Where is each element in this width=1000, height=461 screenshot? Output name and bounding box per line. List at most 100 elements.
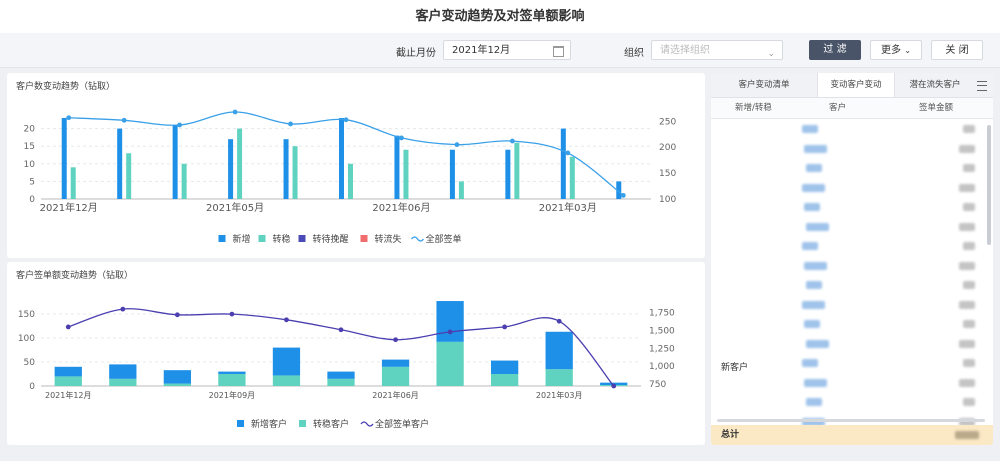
bar-新增客户 [491, 360, 519, 374]
customer-count-chart: 0 5 10 15 20 100 150 200 250 2021年12月 2021年05月 2021… [24, 109, 676, 245]
y-tick-label-right: 1,000 [649, 362, 675, 372]
tab-changed-customers[interactable]: 变动客户变动 [817, 73, 895, 97]
bar-转稳 [569, 156, 575, 199]
tab-change-list[interactable]: 客户变动清单 [711, 73, 817, 97]
horizontal-scrollbar[interactable] [717, 419, 985, 422]
bar-新增客户 [436, 301, 464, 342]
close-button[interactable]: 关 闭 [931, 40, 983, 60]
bar-新增 [394, 135, 400, 199]
total-row: 总计 [711, 425, 993, 445]
customer-name-redacted [802, 183, 825, 192]
vertical-scrollbar[interactable] [987, 125, 991, 245]
total-amount-redacted [955, 431, 979, 439]
bar-新增 [505, 149, 511, 199]
point-全部签单 [565, 150, 571, 156]
point-全部签单客户 [229, 311, 235, 317]
line-全部签单 [68, 111, 624, 196]
bar-转稳客户 [381, 366, 410, 386]
point-全部签单 [399, 135, 404, 141]
legend-swatch [218, 235, 226, 242]
legend-swatch [360, 235, 368, 242]
bar-转稳 [237, 128, 243, 199]
more-button[interactable]: 更多 ⌄ [870, 40, 922, 60]
customer-list-panel: 客户变动清单 变动客户变动 潜在流失客户 新增/转稳 客户 签单金额 新客户 总… [711, 73, 993, 445]
point-全部签单 [288, 121, 293, 127]
sign-amount-redacted [963, 125, 975, 133]
y-tick-label-right: 100 [659, 195, 676, 205]
legend-label: 全部签单 [426, 233, 462, 245]
y-tick-label-left: 0 [29, 382, 35, 392]
tab-potential-churn[interactable]: 潜在流失客户 [893, 73, 977, 97]
bar-转稳客户 [109, 378, 137, 386]
bar-转稳客户 [545, 369, 573, 386]
point-全部签单 [66, 115, 72, 121]
point-全部签单 [620, 192, 626, 198]
y-tick-label-left: 150 [18, 310, 35, 320]
legend-swatch [299, 420, 306, 427]
end-month-picker[interactable]: 2021年12月 [443, 40, 571, 60]
more-label: 更多 [881, 45, 902, 56]
y-tick-label-left: 100 [18, 334, 35, 344]
y-tick-label-right: 150 [659, 169, 676, 179]
point-全部签单客户 [174, 312, 180, 318]
x-tick-label: 2021年06月 [372, 201, 430, 214]
sign-amount-redacted [959, 183, 975, 192]
sign-amount-redacted [959, 222, 975, 231]
x-tick-label: 2021年03月 [536, 390, 583, 400]
sign-amount-redacted [963, 359, 975, 367]
y-tick-label-left: 50 [24, 358, 36, 368]
sign-amount-chart: 0 50 100 150 750 1,000 1,250 1,500 1,750 2021年12月… [18, 301, 675, 430]
legend-line-icon [360, 421, 374, 427]
bar-新增客户 [54, 366, 82, 377]
bar-新增客户 [163, 370, 191, 384]
customer-name-redacted [806, 164, 822, 172]
sign-amount-redacted [959, 300, 975, 309]
bar-新增客户 [381, 359, 410, 367]
sign-amount-redacted [959, 144, 975, 153]
point-全部签单 [121, 117, 127, 123]
filter-button[interactable]: 过 滤 [809, 40, 861, 60]
legend-label: 转稳客户 [313, 418, 349, 430]
customer-name-redacted [804, 378, 827, 387]
customer-name-redacted [806, 398, 822, 406]
col-header-customer: 客户 [829, 103, 847, 113]
bar-转稳客户 [491, 374, 519, 386]
x-tick-label: 2021年03月 [539, 201, 597, 214]
point-全部签单客户 [556, 318, 562, 324]
customer-name-redacted [804, 144, 827, 153]
legend-swatch [237, 420, 244, 427]
legend-line-icon [410, 236, 425, 242]
menu-icon[interactable] [977, 81, 987, 91]
bar-转稳客户 [218, 374, 246, 386]
legend-label: 新增 [233, 233, 251, 245]
bar-新增客户 [109, 364, 137, 379]
bar-转稳 [514, 142, 520, 199]
col-header-amount: 签单金额 [919, 103, 954, 113]
org-select[interactable]: 请选择组织 ⌄ [651, 40, 783, 60]
bar-新增客户 [272, 347, 301, 376]
sign-amount-redacted [963, 164, 975, 172]
filter-bar: 截止月份 2021年12月 组织 请选择组织 ⌄ 过 滤 更多 ⌄ 关 闭 [0, 33, 1000, 68]
customer-name-redacted [804, 261, 827, 270]
bar-新增 [283, 139, 289, 199]
y-tick-label-right: 200 [659, 143, 676, 153]
customer-name-redacted [802, 300, 825, 309]
bar-新增 [117, 128, 123, 199]
legend-label: 转待挽醒 [313, 233, 349, 245]
x-tick-label: 2021年12月 [40, 201, 98, 214]
sign-amount-panel: 客户签单额变动趋势（钻取） 0 50 100 150 750 1,000 1,250 1,50… [7, 262, 705, 445]
bar-转稳 [292, 146, 298, 199]
legend-label: 新增客户 [251, 418, 287, 430]
bar-转稳 [126, 153, 132, 199]
sign-amount-redacted [959, 261, 975, 270]
org-label: 组织 [624, 48, 644, 59]
end-month-value: 2021年12月 [452, 45, 511, 56]
point-全部签单客户 [284, 317, 289, 323]
point-全部签单客户 [393, 337, 398, 343]
bar-转稳 [181, 163, 187, 199]
y-tick-label-left: 5 [29, 177, 35, 187]
customer-name-redacted [802, 242, 818, 250]
y-tick-label-left: 0 [29, 195, 35, 205]
tab-bar: 客户变动清单 变动客户变动 潜在流失客户 [711, 73, 993, 98]
point-全部签单 [454, 142, 460, 148]
